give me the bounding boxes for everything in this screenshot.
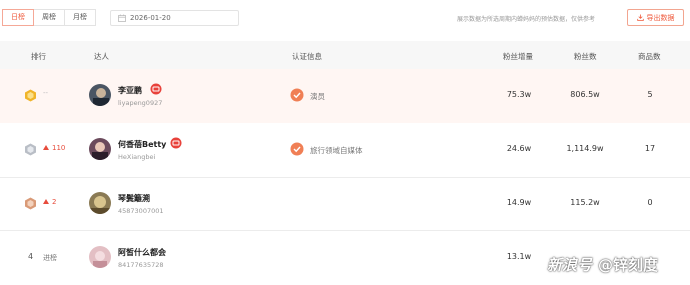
rank-number: 4	[28, 252, 34, 261]
fans-count: 806.5w	[570, 90, 600, 99]
watermark-logo: 新浪号	[547, 256, 593, 274]
cert-label: 演员	[310, 92, 325, 101]
col-cert: 认证信息	[292, 52, 322, 61]
fans-growth: 14.9w	[506, 198, 532, 207]
tab-monthly[interactable]: 月榜	[64, 9, 96, 26]
col-products[interactable]: 商品数	[638, 51, 661, 62]
product-count: 5	[647, 90, 653, 99]
data-disclaimer: 展示数据为所选周期内蝉妈妈的预估数据，仅供参考	[457, 16, 596, 23]
fans-growth: 24.6w	[506, 144, 532, 153]
watermark: 新浪号 @锌刻度	[547, 254, 658, 275]
product-count: 0	[647, 198, 653, 207]
col-fans-growth[interactable]: 粉丝增量	[503, 51, 533, 62]
fans-growth: 13.1w	[506, 252, 532, 261]
talent-name[interactable]: 阿皙什么都会	[118, 247, 166, 258]
date-value: 2026-01-20	[130, 14, 171, 22]
live-icon	[170, 137, 182, 149]
up-arrow-icon	[43, 199, 49, 204]
avatar[interactable]	[89, 84, 111, 106]
rank-trend: 2	[43, 198, 56, 206]
tab-daily[interactable]: 日榜	[2, 9, 34, 26]
fans-growth: 75.3w	[506, 90, 532, 99]
fans-count: 1,114.9w	[566, 144, 604, 153]
download-icon	[636, 14, 644, 21]
period-tabs: 日榜 周榜 月榜	[2, 9, 96, 26]
talent-handle: 84177635728	[118, 261, 164, 269]
rank-trend: 110	[43, 144, 65, 152]
calendar-icon	[118, 14, 126, 22]
gold-rank-badge-icon	[25, 89, 36, 102]
toolbar: 日榜 周榜 月榜 2026-01-20 展示数据为所选周期内蝉妈妈的预估数据，仅…	[0, 0, 690, 36]
avatar[interactable]	[89, 138, 111, 160]
verified-icon	[290, 142, 304, 156]
cert-label: 旅行领域自媒体	[310, 146, 363, 155]
talent-name[interactable]: 李亚鹏	[118, 85, 142, 96]
table-row[interactable]: 110 何香蓓Betty HeXiangbei 旅行领域自媒体 24.6w 1,…	[0, 123, 690, 177]
talent-handle: liyapeng0927	[118, 99, 163, 107]
talent-name[interactable]: 何香蓓Betty	[118, 139, 166, 150]
export-label: 导出数据	[646, 13, 675, 22]
table-row[interactable]: 2 琴鬓籬溯 45873007001 14.9w 115.2w 0	[0, 177, 690, 231]
verified-icon	[290, 88, 304, 102]
table-row[interactable]: -- 李亚鹏 liyapeng0927 演员 75.3w 806.5w 5	[0, 69, 690, 123]
avatar[interactable]	[89, 246, 111, 268]
talent-handle: HeXiangbei	[118, 153, 156, 161]
talent-handle: 45873007001	[118, 207, 164, 215]
date-picker[interactable]: 2026-01-20	[110, 10, 239, 26]
rank-trend: --	[43, 89, 49, 97]
talent-name[interactable]: 琴鬓籬溯	[118, 193, 150, 204]
product-count: 17	[644, 144, 656, 153]
fans-count: 115.2w	[570, 198, 600, 207]
col-rank: 排行	[31, 52, 46, 61]
live-icon	[150, 83, 162, 95]
bronze-rank-badge-icon	[25, 197, 36, 210]
silver-rank-badge-icon	[25, 143, 36, 156]
watermark-text: @锌刻度	[598, 256, 659, 274]
col-fans[interactable]: 粉丝数	[574, 51, 597, 62]
export-button[interactable]: 导出数据	[627, 9, 684, 26]
table-header: 排行 达人 认证信息 粉丝增量 粉丝数 商品数	[0, 41, 690, 69]
up-arrow-icon	[43, 145, 49, 150]
avatar[interactable]	[89, 192, 111, 214]
tab-weekly[interactable]: 周榜	[33, 9, 65, 26]
col-talent: 达人	[94, 52, 109, 61]
rank-trend: 进榜	[43, 254, 57, 262]
